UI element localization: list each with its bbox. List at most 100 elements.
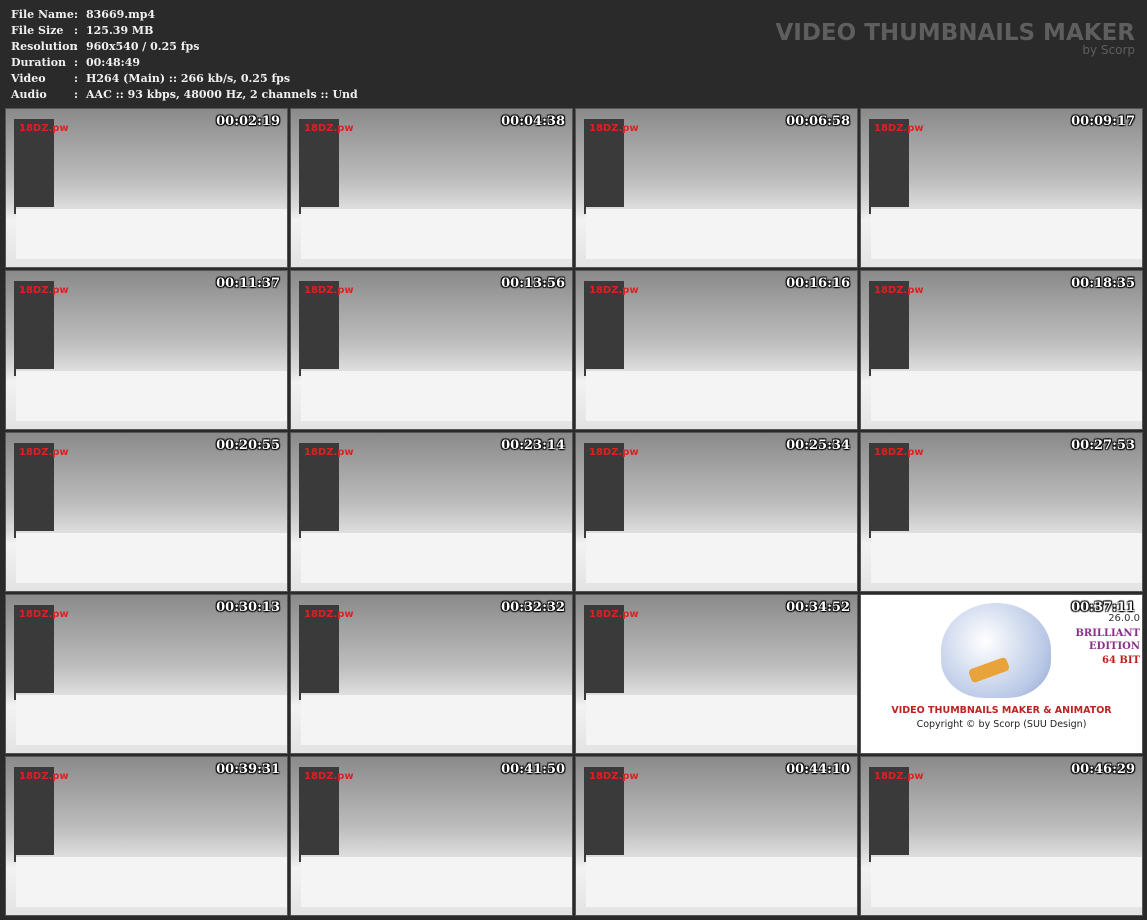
scene-placeholder	[871, 531, 1142, 583]
timestamp: 00:18:35	[1071, 276, 1135, 291]
scene-placeholder	[16, 369, 287, 421]
scene-placeholder	[871, 207, 1142, 259]
watermark: 18DZ.pw	[589, 609, 639, 620]
video-thumbnail[interactable]: 18DZ.pw 00:04:38	[290, 108, 573, 268]
timestamp: 00:39:31	[216, 762, 280, 777]
info-value: AAC :: 93 kbps, 48000 Hz, 2 channels :: …	[86, 88, 358, 101]
info-row: Duration:00:48:49	[11, 55, 358, 71]
scene-placeholder	[301, 855, 572, 907]
watermark: 18DZ.pw	[874, 447, 924, 458]
timestamp: 00:09:17	[1071, 114, 1135, 129]
scene-placeholder	[586, 855, 857, 907]
info-key: Audio	[11, 88, 47, 101]
software-logo-tile[interactable]: 26.0.0 BRILLIANT EDITION 64 BIT VIDEO THU…	[860, 594, 1143, 754]
video-thumbnail[interactable]: 18DZ.pw 00:16:16	[575, 270, 858, 430]
watermark: 18DZ.pw	[19, 609, 69, 620]
timestamp: 00:27:53	[1071, 438, 1135, 453]
watermark: 18DZ.pw	[19, 447, 69, 458]
video-thumbnail[interactable]: 18DZ.pw 00:02:19	[5, 108, 288, 268]
logo-edition: BRILLIANT EDITION	[1075, 627, 1140, 653]
watermark: 18DZ.pw	[589, 771, 639, 782]
timestamp: 00:16:16	[786, 276, 850, 291]
info-key: File Name	[11, 8, 74, 21]
video-thumbnail[interactable]: 18DZ.pw 00:39:31	[5, 756, 288, 916]
file-info: File Name:83669.mp4 File Size:125.39 MB Re…	[11, 7, 358, 103]
info-key: File Size	[11, 24, 64, 37]
info-row: Video: H264 (Main) :: 266 kb/s, 0.25 fps	[11, 71, 358, 87]
watermark: 18DZ.pw	[874, 123, 924, 134]
timestamp: 00:37:11	[1071, 600, 1135, 615]
scene-placeholder	[871, 855, 1142, 907]
video-thumbnail[interactable]: 18DZ.pw 00:11:37	[5, 270, 288, 430]
watermark: 18DZ.pw	[304, 123, 354, 134]
video-thumbnail[interactable]: 18DZ.pw 00:30:13	[5, 594, 288, 754]
scene-placeholder	[301, 693, 572, 745]
scene-placeholder	[16, 531, 287, 583]
video-thumbnail[interactable]: 18DZ.pw 00:25:34	[575, 432, 858, 592]
timestamp: 00:41:50	[501, 762, 565, 777]
timestamp: 00:32:32	[501, 600, 565, 615]
video-thumbnail[interactable]: 18DZ.pw 00:32:32	[290, 594, 573, 754]
info-sep: :	[74, 24, 79, 37]
scene-placeholder	[586, 531, 857, 583]
info-row: File Name:83669.mp4	[11, 7, 358, 23]
edition-line: EDITION	[1089, 641, 1140, 652]
timestamp: 00:44:10	[786, 762, 850, 777]
timestamp: 00:30:13	[216, 600, 280, 615]
video-thumbnail[interactable]: 18DZ.pw 00:44:10	[575, 756, 858, 916]
watermark: 18DZ.pw	[589, 123, 639, 134]
info-value: 125.39 MB	[86, 24, 154, 37]
timestamp: 00:02:19	[216, 114, 280, 129]
watermark: 18DZ.pw	[589, 285, 639, 296]
timestamp: 00:25:34	[786, 438, 850, 453]
info-key: Video	[11, 72, 46, 85]
scene-placeholder	[16, 855, 287, 907]
timestamp: 00:06:58	[786, 114, 850, 129]
info-sep: :	[74, 72, 79, 85]
video-thumbnail[interactable]: 18DZ.pw 00:18:35	[860, 270, 1143, 430]
info-value: H264 (Main) :: 266 kb/s, 0.25 fps	[86, 72, 291, 85]
watermark: 18DZ.pw	[304, 771, 354, 782]
timestamp: 00:04:38	[501, 114, 565, 129]
watermark: 18DZ.pw	[19, 771, 69, 782]
timestamp: 00:46:29	[1071, 762, 1135, 777]
watermark: 18DZ.pw	[874, 771, 924, 782]
brand-logo: VIDEO THUMBNAILS MAKER by Scorp	[775, 20, 1135, 57]
watermark: 18DZ.pw	[874, 285, 924, 296]
info-key: Duration	[11, 56, 67, 69]
timestamp: 00:23:14	[501, 438, 565, 453]
video-thumbnail[interactable]: 18DZ.pw 00:23:14	[290, 432, 573, 592]
video-thumbnail[interactable]: 18DZ.pw 00:06:58	[575, 108, 858, 268]
timestamp: 00:11:37	[216, 276, 280, 291]
brand-title: VIDEO THUMBNAILS MAKER	[775, 20, 1135, 46]
video-thumbnail[interactable]: 18DZ.pw 00:34:52	[575, 594, 858, 754]
info-row: Audio: AAC :: 93 kbps, 48000 Hz, 2 channe…	[11, 87, 358, 103]
scene-placeholder	[871, 369, 1142, 421]
edition-line: BRILLIANT	[1075, 628, 1140, 639]
video-thumbnail[interactable]: 18DZ.pw 00:20:55	[5, 432, 288, 592]
info-key: Resolution	[11, 40, 78, 53]
watermark: 18DZ.pw	[304, 609, 354, 620]
info-sep: :	[74, 88, 79, 101]
logo-bits: 64 BIT	[1102, 655, 1140, 666]
scene-placeholder	[586, 693, 857, 745]
video-thumbnail[interactable]: 18DZ.pw 00:13:56	[290, 270, 573, 430]
info-row: Resolution:960x540 / 0.25 fps	[11, 39, 358, 55]
video-thumbnail[interactable]: 18DZ.pw 00:46:29	[860, 756, 1143, 916]
info-sep: :	[74, 40, 79, 53]
video-thumbnail[interactable]: 18DZ.pw 00:27:53	[860, 432, 1143, 592]
info-value: 00:48:49	[86, 56, 141, 69]
video-thumbnail[interactable]: 18DZ.pw 00:09:17	[860, 108, 1143, 268]
info-sep: :	[74, 56, 79, 69]
thumbnail-grid: 18DZ.pw 00:02:19 18DZ.pw 00:04:38 18DZ.p…	[5, 108, 1143, 916]
timestamp: 00:13:56	[501, 276, 565, 291]
info-row: File Size:125.39 MB	[11, 23, 358, 39]
watermark: 18DZ.pw	[304, 447, 354, 458]
video-thumbnail[interactable]: 18DZ.pw 00:41:50	[290, 756, 573, 916]
owl-logo-icon	[941, 603, 1051, 698]
logo-copyright: Copyright © by Scorp (SUU Design)	[916, 719, 1087, 730]
scene-placeholder	[301, 369, 572, 421]
watermark: 18DZ.pw	[304, 285, 354, 296]
scene-placeholder	[301, 531, 572, 583]
scene-placeholder	[586, 207, 857, 259]
